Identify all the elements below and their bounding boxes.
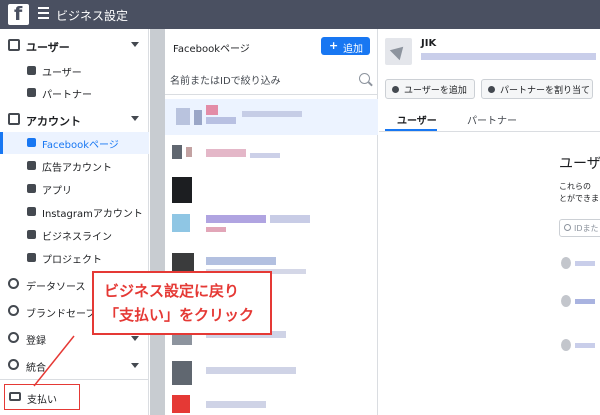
search-icon bbox=[564, 224, 571, 231]
top-bar: f ビジネス設定 bbox=[0, 0, 600, 29]
sidebar-item-apps[interactable]: アプリ bbox=[0, 178, 149, 200]
chevron-down-icon bbox=[131, 336, 139, 341]
app-title: ビジネス設定 bbox=[56, 9, 129, 23]
facebook-logo-letter: f bbox=[14, 3, 23, 25]
sidebar-item-facebook-pages[interactable]: Facebookページ bbox=[0, 132, 149, 154]
users-heading: ユーザー bbox=[559, 156, 600, 172]
sidebar-section-accounts[interactable]: アカウント bbox=[0, 105, 149, 135]
pages-column: Facebookページ + 追加 bbox=[150, 29, 378, 415]
scrollbar[interactable] bbox=[150, 29, 165, 415]
integration-icon bbox=[8, 359, 19, 370]
sidebar-item-integrations[interactable]: 統合 bbox=[0, 352, 149, 378]
callout-line-1: ビジネス設定に戻り bbox=[104, 282, 240, 300]
sidebar-item-users[interactable]: ユーザー bbox=[0, 60, 149, 82]
page-list-item[interactable] bbox=[164, 209, 378, 245]
active-tab-indicator bbox=[385, 129, 437, 131]
business-settings-app: f ビジネス設定 ユーザー ユーザー パートナー アカウント Facebookペ… bbox=[0, 0, 600, 415]
tab-users[interactable]: ユーザー bbox=[397, 112, 437, 127]
sidebar-item-ad-accounts[interactable]: 広告アカウント bbox=[0, 155, 149, 177]
avatar bbox=[561, 295, 571, 307]
page-list-item[interactable] bbox=[164, 391, 378, 415]
page-list-item[interactable] bbox=[164, 355, 378, 391]
page-list-item[interactable] bbox=[164, 99, 378, 135]
tab-partners[interactable]: パートナー bbox=[467, 112, 517, 127]
page-avatar-icon bbox=[385, 38, 412, 65]
user-icon bbox=[27, 66, 36, 75]
callout-line-2: 「支払い」をクリック bbox=[104, 306, 255, 324]
add-user-button[interactable]: ユーザーを追加 bbox=[385, 79, 475, 99]
instruction-callout: ビジネス設定に戻り 「支払い」をクリック bbox=[92, 271, 272, 335]
pages-title: Facebookページ bbox=[173, 44, 250, 55]
partner-icon bbox=[27, 88, 36, 97]
facebook-logo-icon[interactable]: f bbox=[8, 3, 29, 25]
sidebar-item-instagram[interactable]: Instagramアカウント bbox=[0, 201, 149, 223]
accounts-icon bbox=[8, 113, 20, 125]
sidebar-section-users[interactable]: ユーザー bbox=[0, 31, 149, 61]
app-icon bbox=[27, 184, 36, 193]
registration-icon bbox=[8, 332, 19, 343]
sidebar-item-business-lines[interactable]: ビジネスライン bbox=[0, 224, 149, 246]
users-description-line1: これらの bbox=[559, 182, 591, 191]
page-name: JIK bbox=[421, 38, 437, 49]
users-description: これらの とができま bbox=[559, 181, 599, 205]
menu-icon[interactable] bbox=[38, 7, 49, 21]
user-search-field[interactable]: IDまた bbox=[559, 219, 600, 237]
search-icon[interactable] bbox=[359, 73, 370, 84]
sidebar-item-projects[interactable]: プロジェクト bbox=[0, 247, 149, 269]
project-icon bbox=[27, 253, 36, 262]
chevron-down-icon bbox=[131, 42, 139, 47]
page-search-input[interactable] bbox=[170, 74, 350, 88]
page-list-item[interactable] bbox=[164, 173, 378, 209]
sidebar: ユーザー ユーザー パートナー アカウント Facebookページ 広告アカウン… bbox=[0, 29, 149, 415]
page-list-item[interactable] bbox=[164, 137, 378, 173]
chevron-down-icon bbox=[131, 363, 139, 368]
shield-icon bbox=[8, 305, 19, 316]
credit-card-icon bbox=[9, 392, 21, 401]
sidebar-divider bbox=[0, 379, 149, 380]
ad-account-icon bbox=[27, 161, 36, 170]
sidebar-item-payments[interactable]: 支払い bbox=[4, 384, 80, 410]
instagram-icon bbox=[27, 207, 36, 216]
page-search bbox=[164, 67, 378, 95]
business-line-icon bbox=[27, 230, 36, 239]
avatar bbox=[561, 257, 571, 269]
page-detail-panel: JIK ユーザーを追加 パートナーを割り当て ユーザー パートナー ユーザー こ… bbox=[379, 29, 600, 415]
briefcase-icon bbox=[488, 86, 495, 93]
chevron-down-icon bbox=[131, 116, 139, 121]
flag-icon bbox=[27, 138, 36, 147]
data-source-icon bbox=[8, 278, 19, 289]
assign-partner-button[interactable]: パートナーを割り当て bbox=[481, 79, 593, 99]
avatar bbox=[561, 339, 571, 351]
add-person-icon bbox=[392, 86, 399, 93]
plus-icon: + bbox=[329, 39, 339, 52]
users-icon bbox=[8, 39, 20, 51]
add-page-button[interactable]: + 追加 bbox=[321, 37, 370, 55]
users-description-line2: とができま bbox=[559, 194, 599, 203]
sidebar-item-partners[interactable]: パートナー bbox=[0, 82, 149, 104]
